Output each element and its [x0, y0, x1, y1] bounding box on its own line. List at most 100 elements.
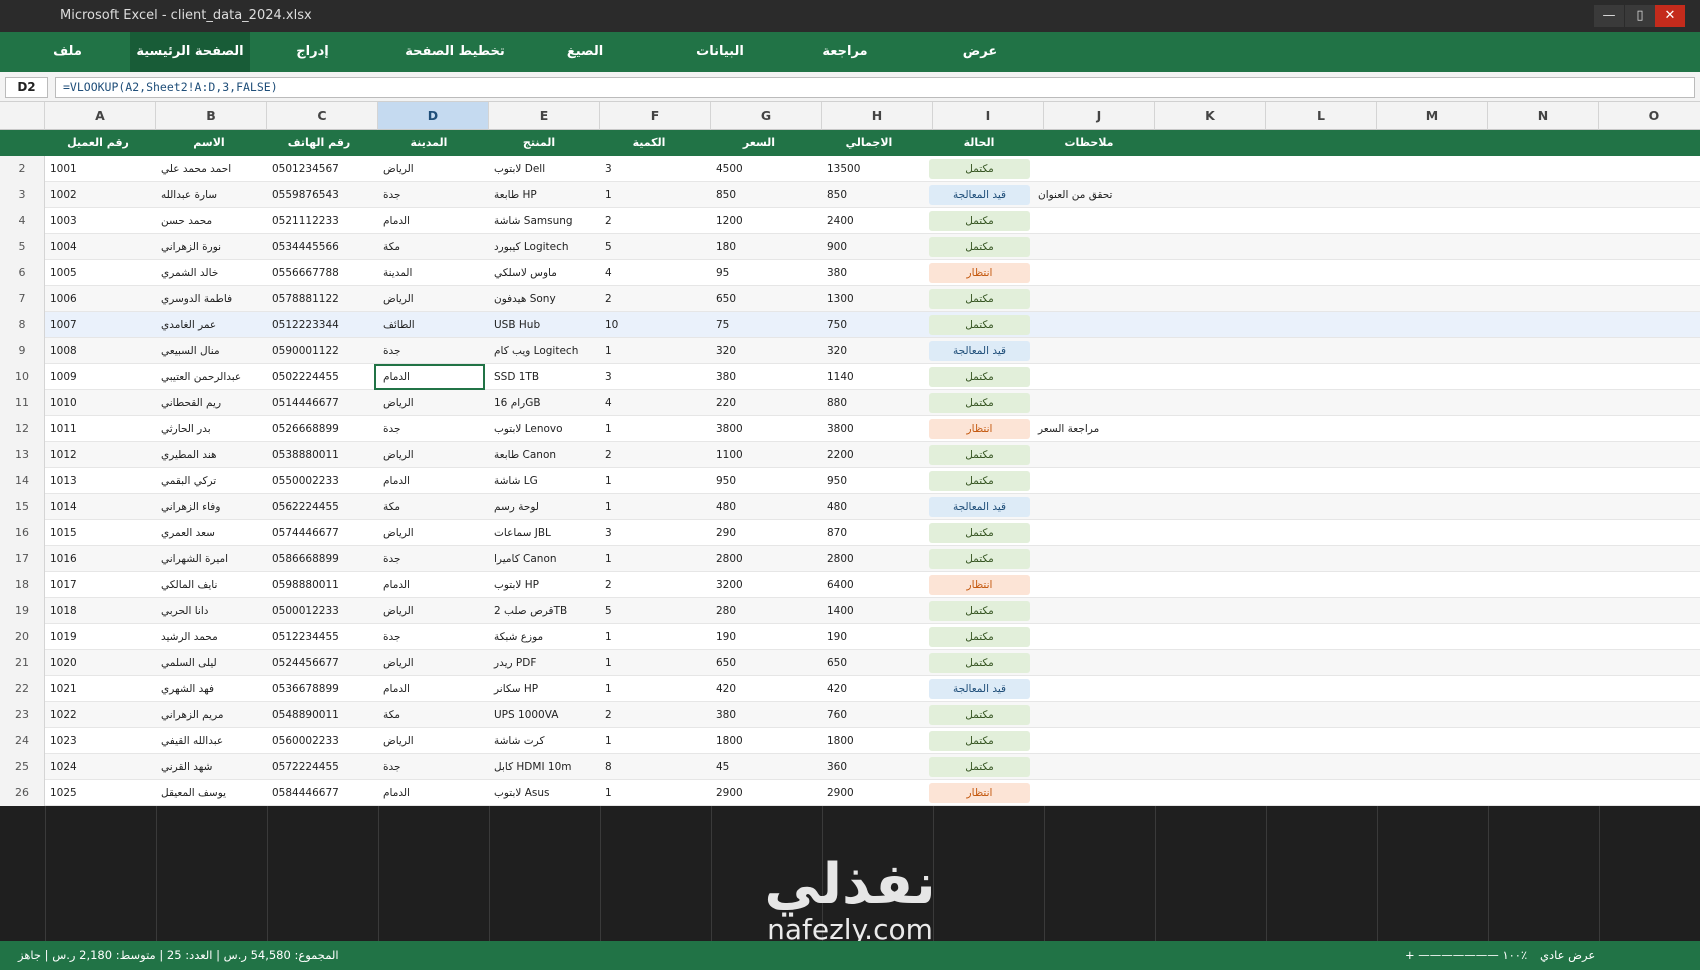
status-badge[interactable]: مكتمل — [929, 211, 1030, 231]
cell-id[interactable]: 1019 — [45, 624, 156, 650]
cell-name[interactable]: ليلى السلمي — [156, 650, 267, 676]
column-header[interactable]: C — [267, 102, 378, 130]
cell-note[interactable] — [1033, 260, 1233, 286]
cell-phone[interactable]: 0550002233 — [267, 468, 378, 494]
cell-id[interactable]: 1021 — [45, 676, 156, 702]
cell-product[interactable]: قرص صلب 2TB — [489, 598, 600, 624]
cell-product[interactable]: ماوس لاسلكي — [489, 260, 600, 286]
cell-price[interactable]: 320 — [711, 338, 822, 364]
row-number[interactable]: 7 — [0, 286, 45, 312]
cell-product[interactable]: هيدفون Sony — [489, 286, 600, 312]
cell-name[interactable]: خالد الشمري — [156, 260, 267, 286]
row-number[interactable]: 2 — [0, 156, 45, 182]
close-button[interactable]: ✕ — [1655, 5, 1685, 27]
row-number[interactable]: 20 — [0, 624, 45, 650]
cell-id[interactable]: 1022 — [45, 702, 156, 728]
cell-total[interactable]: 1800 — [822, 728, 933, 754]
cell-city[interactable]: جدة — [378, 754, 489, 780]
status-badge[interactable]: مكتمل — [929, 159, 1030, 179]
ribbon-tab[interactable]: تخطيط الصفحة — [390, 32, 520, 72]
row-number[interactable]: 25 — [0, 754, 45, 780]
cell-qty[interactable]: 8 — [600, 754, 711, 780]
name-box[interactable]: D2 — [5, 77, 48, 98]
cell-city[interactable]: الدمام — [378, 468, 489, 494]
cell-qty[interactable]: 1 — [600, 780, 711, 806]
cell-id[interactable]: 1015 — [45, 520, 156, 546]
ribbon-tab[interactable]: عرض — [940, 32, 1020, 72]
row-number[interactable]: 23 — [0, 702, 45, 728]
cell-id[interactable]: 1009 — [45, 364, 156, 390]
cell-note[interactable] — [1033, 468, 1233, 494]
cell-note[interactable] — [1033, 572, 1233, 598]
cell-note[interactable] — [1033, 676, 1233, 702]
cell-phone[interactable]: 0562224455 — [267, 494, 378, 520]
cell-total[interactable]: 1140 — [822, 364, 933, 390]
cell-total[interactable]: 2800 — [822, 546, 933, 572]
cell-total[interactable]: 6400 — [822, 572, 933, 598]
status-badge[interactable]: مكتمل — [929, 367, 1030, 387]
cell-id[interactable]: 1024 — [45, 754, 156, 780]
header-cell[interactable]: الحالة — [924, 130, 1034, 156]
status-badge[interactable]: انتظار — [929, 575, 1030, 595]
cell-note[interactable] — [1033, 650, 1233, 676]
status-badge[interactable]: مكتمل — [929, 549, 1030, 569]
cell-phone[interactable]: 0538880011 — [267, 442, 378, 468]
ribbon-tab[interactable]: إدراج — [265, 32, 360, 72]
row-number[interactable]: 19 — [0, 598, 45, 624]
column-header[interactable]: O — [1599, 102, 1700, 130]
row-number[interactable]: 5 — [0, 234, 45, 260]
cell-product[interactable]: كاميرا Canon — [489, 546, 600, 572]
cell-phone[interactable]: 0524456677 — [267, 650, 378, 676]
cell-price[interactable]: 95 — [711, 260, 822, 286]
status-badge[interactable]: مكتمل — [929, 445, 1030, 465]
status-badge[interactable]: مكتمل — [929, 757, 1030, 777]
cell-product[interactable]: لابتوب Lenovo — [489, 416, 600, 442]
cell-price[interactable]: 280 — [711, 598, 822, 624]
ribbon-tab[interactable]: الصيغ — [545, 32, 625, 72]
cell-qty[interactable]: 1 — [600, 676, 711, 702]
cell-city[interactable]: الرياض — [378, 156, 489, 182]
cell-phone[interactable]: 0536678899 — [267, 676, 378, 702]
cell-phone[interactable]: 0514446677 — [267, 390, 378, 416]
cell-note[interactable]: مراجعة السعر — [1033, 416, 1233, 442]
cell-name[interactable]: عبدالرحمن العتيبي — [156, 364, 267, 390]
cell-id[interactable]: 1025 — [45, 780, 156, 806]
cell-total[interactable]: 2900 — [822, 780, 933, 806]
column-header[interactable]: F — [600, 102, 711, 130]
cell-qty[interactable]: 4 — [600, 390, 711, 416]
cell-phone[interactable]: 0512234455 — [267, 624, 378, 650]
cell-price[interactable]: 420 — [711, 676, 822, 702]
column-header[interactable]: E — [489, 102, 600, 130]
cell-id[interactable]: 1016 — [45, 546, 156, 572]
cell-total[interactable]: 2200 — [822, 442, 933, 468]
cell-total[interactable]: 900 — [822, 234, 933, 260]
row-number[interactable]: 18 — [0, 572, 45, 598]
cell-id[interactable]: 1018 — [45, 598, 156, 624]
cell-price[interactable]: 190 — [711, 624, 822, 650]
cell-phone[interactable]: 0574446677 — [267, 520, 378, 546]
cell-note[interactable] — [1033, 338, 1233, 364]
status-badge[interactable]: مكتمل — [929, 523, 1030, 543]
status-badge[interactable]: قيد المعالجة — [929, 185, 1030, 205]
cell-total[interactable]: 850 — [822, 182, 933, 208]
cell-price[interactable]: 650 — [711, 650, 822, 676]
cell-qty[interactable]: 2 — [600, 286, 711, 312]
cell-phone[interactable]: 0590001122 — [267, 338, 378, 364]
cell-note[interactable] — [1033, 728, 1233, 754]
cell-note[interactable] — [1033, 312, 1233, 338]
cell-city[interactable]: جدة — [378, 416, 489, 442]
cell-name[interactable]: اميرة الشهراني — [156, 546, 267, 572]
cell-qty[interactable]: 2 — [600, 208, 711, 234]
row-number[interactable]: 8 — [0, 312, 45, 338]
cell-name[interactable]: يوسف المعيقل — [156, 780, 267, 806]
cell-id[interactable]: 1005 — [45, 260, 156, 286]
cell-phone[interactable]: 0501234567 — [267, 156, 378, 182]
cell-phone[interactable]: 0578881122 — [267, 286, 378, 312]
cell-qty[interactable]: 4 — [600, 260, 711, 286]
cell-phone[interactable]: 0556667788 — [267, 260, 378, 286]
cell-city[interactable]: الطائف — [378, 312, 489, 338]
cell-qty[interactable]: 3 — [600, 520, 711, 546]
minimize-button[interactable]: — — [1594, 5, 1624, 27]
column-header[interactable]: G — [711, 102, 822, 130]
cell-qty[interactable]: 5 — [600, 234, 711, 260]
